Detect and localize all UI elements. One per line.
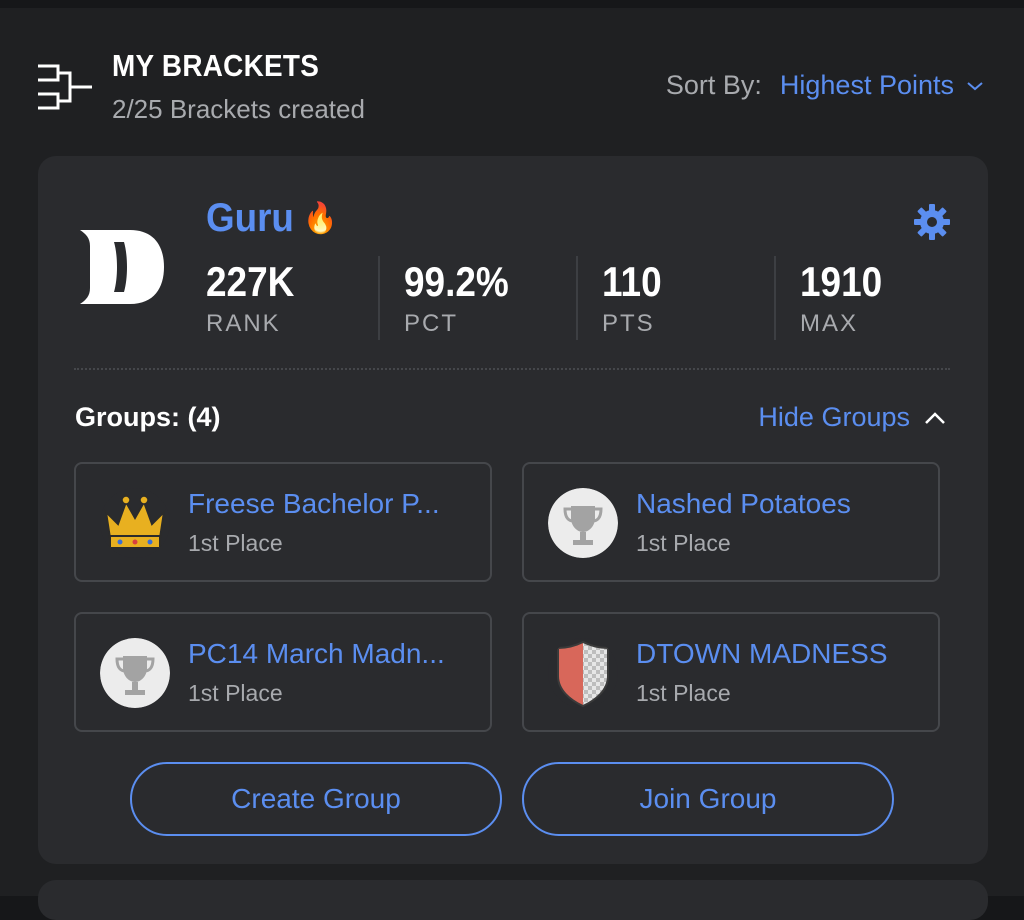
trophy-icon	[100, 638, 170, 708]
next-bracket-card	[38, 880, 988, 920]
stat-value: 1910	[800, 258, 883, 305]
stat-value: 227K	[206, 258, 295, 305]
bracket-stats: 227K RANK 99.2% PCT 110 PTS 1910 MAX	[206, 256, 966, 342]
group-card[interactable]: DTOWN MADNESS 1st Place	[522, 612, 940, 732]
fire-icon: 🔥	[303, 202, 338, 235]
group-card[interactable]: PC14 March Madn... 1st Place	[74, 612, 492, 732]
duke-logo-icon	[80, 230, 164, 304]
trophy-icon	[548, 488, 618, 558]
stat-max: 1910 MAX	[800, 256, 980, 342]
brackets-panel: MY BRACKETS 2/25 Brackets created Sort B…	[0, 0, 1024, 920]
sort-value-label: Highest Points	[779, 70, 954, 100]
brackets-header: MY BRACKETS 2/25 Brackets created Sort B…	[0, 0, 1024, 150]
shield-icon	[548, 638, 618, 708]
chevron-down-icon	[967, 81, 983, 90]
create-group-button[interactable]: Create Group	[130, 762, 502, 836]
stat-divider	[576, 256, 578, 340]
stat-pts: 110 PTS	[602, 256, 782, 342]
bracket-card: Guru 🔥 227K RANK 99.2% PCT 110 PTS 1910 …	[38, 156, 988, 864]
stat-pct: 99.2% PCT	[404, 256, 584, 342]
sort-dropdown[interactable]: Highest Points	[780, 70, 984, 101]
page-title: MY BRACKETS	[112, 48, 320, 83]
join-group-button[interactable]: Join Group	[522, 762, 894, 836]
stat-label: RANK	[206, 310, 281, 337]
group-name: Nashed Potatoes	[636, 488, 851, 519]
stat-rank: 227K RANK	[206, 256, 386, 342]
bracket-name[interactable]: Guru 🔥	[206, 196, 337, 241]
stat-divider	[378, 256, 380, 340]
group-card[interactable]: Freese Bachelor P... 1st Place	[74, 462, 492, 582]
stat-label: PTS	[602, 310, 655, 337]
hide-groups-label: Hide Groups	[758, 402, 910, 432]
group-card[interactable]: Nashed Potatoes 1st Place	[522, 462, 940, 582]
stat-label: MAX	[800, 310, 859, 337]
divider	[74, 368, 950, 370]
hide-groups-button[interactable]: Hide Groups	[758, 402, 946, 433]
crown-icon	[100, 488, 170, 558]
group-name: DTOWN MADNESS	[636, 638, 888, 669]
group-place: 1st Place	[188, 680, 283, 706]
group-place: 1st Place	[636, 680, 731, 706]
brackets-count: 2/25 Brackets created	[112, 94, 365, 124]
bracket-icon	[38, 64, 92, 110]
sort-label: Sort By:	[665, 70, 762, 100]
stat-divider	[774, 256, 776, 340]
stat-value: 110	[602, 258, 662, 305]
gear-icon[interactable]	[912, 202, 952, 242]
group-place: 1st Place	[188, 530, 283, 556]
stat-label: PCT	[404, 310, 458, 337]
stat-value: 99.2%	[404, 258, 509, 305]
sort-control: Sort By: Highest Points	[666, 70, 984, 101]
bracket-name-label: Guru	[206, 196, 294, 240]
group-place: 1st Place	[636, 530, 731, 556]
group-name: Freese Bachelor P...	[188, 488, 440, 519]
group-name: PC14 March Madn...	[188, 638, 445, 669]
chevron-up-icon	[925, 411, 945, 424]
groups-heading: Groups: (4)	[75, 402, 221, 432]
